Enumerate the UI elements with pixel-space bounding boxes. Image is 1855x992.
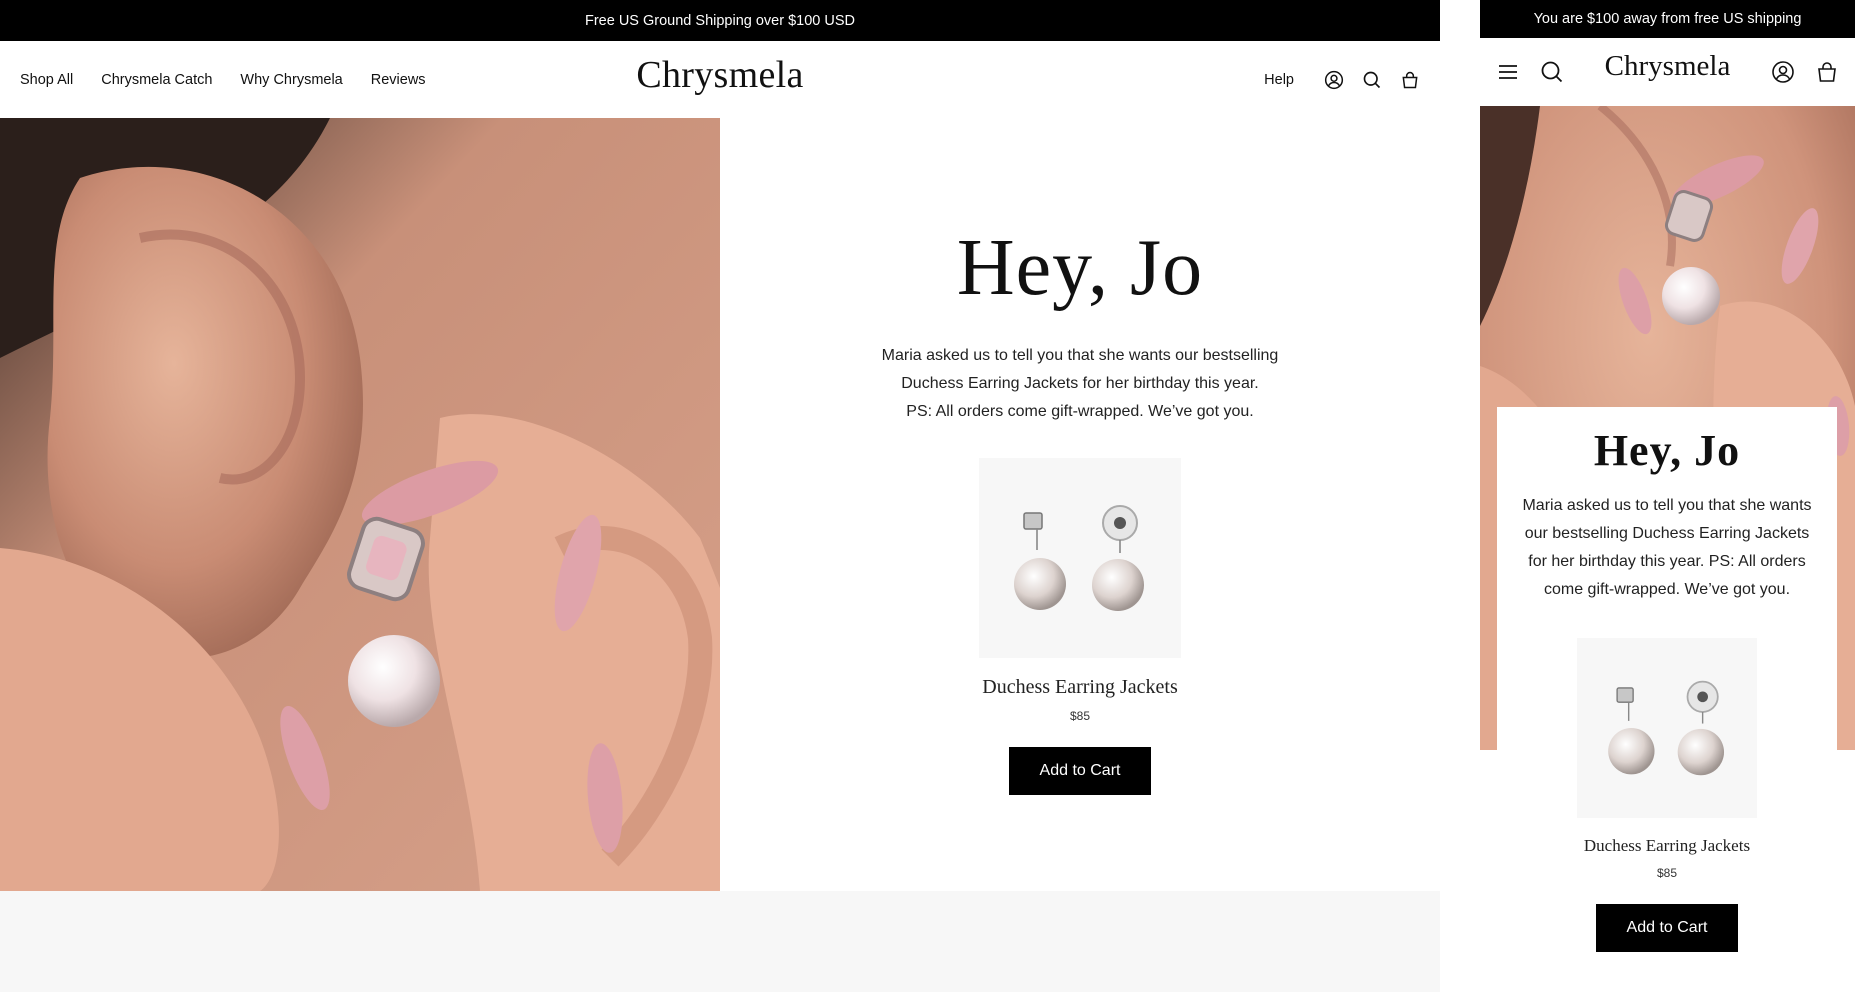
- hamburger-menu-icon[interactable]: [1496, 60, 1520, 84]
- hero-section: Hey, Jo Maria asked us to tell you that …: [0, 118, 1440, 891]
- account-icon[interactable]: [1771, 60, 1795, 84]
- add-to-cart-button[interactable]: Add to Cart: [1009, 747, 1151, 795]
- gift-message-line: Duchess Earring Jackets for her birthday…: [901, 375, 1259, 392]
- nav-why-chrysmela[interactable]: Why Chrysmela: [240, 72, 342, 88]
- mobile-product-name[interactable]: Duchess Earring Jackets: [1584, 836, 1750, 856]
- hero-content: Hey, Jo Maria asked us to tell you that …: [720, 118, 1440, 891]
- gift-message-line: Maria asked us to tell you that she want…: [881, 347, 1279, 364]
- product-image[interactable]: [979, 458, 1181, 658]
- nav-chrysmela-catch[interactable]: Chrysmela Catch: [101, 72, 212, 88]
- nav-reviews[interactable]: Reviews: [371, 72, 426, 88]
- greeting-heading: Hey, Jo: [956, 224, 1204, 312]
- gift-message-line: PS: All orders come gift-wrapped. We’ve …: [906, 403, 1254, 420]
- product-name[interactable]: Duchess Earring Jackets: [982, 676, 1178, 699]
- bag-icon[interactable]: [1400, 70, 1420, 90]
- mobile-site-logo[interactable]: Chrysmela: [1605, 50, 1731, 83]
- header-actions: Help: [1264, 70, 1420, 90]
- search-icon[interactable]: [1540, 60, 1564, 84]
- site-logo[interactable]: Chrysmela: [636, 53, 803, 97]
- mobile-hero-card: Hey, Jo Maria asked us to tell you that …: [1497, 407, 1837, 992]
- site-header: Shop All Chrysmela Catch Why Chrysmela R…: [0, 41, 1440, 118]
- hero-earring-photo: [0, 118, 720, 891]
- mobile-header-left: [1496, 60, 1564, 84]
- mobile-greeting-heading: Hey, Jo: [1593, 426, 1741, 475]
- mobile-header: Chrysmela: [1480, 38, 1855, 106]
- account-icon[interactable]: [1324, 70, 1344, 90]
- search-icon[interactable]: [1362, 70, 1382, 90]
- mobile-product-image[interactable]: [1577, 638, 1757, 818]
- nav-shop-all[interactable]: Shop All: [20, 72, 73, 88]
- help-link[interactable]: Help: [1264, 72, 1294, 88]
- announcement-text: Free US Ground Shipping over $100 USD: [584, 12, 855, 29]
- desktop-view: Free US Ground Shipping over $100 USD Sh…: [0, 0, 1440, 992]
- mobile-gift-message: Maria asked us to tell you that she want…: [1522, 497, 1812, 598]
- mobile-announcement-text: You are $100 away from free US shipping: [1533, 11, 1802, 27]
- mobile-header-right: [1771, 60, 1839, 84]
- gift-message: Maria asked us to tell you that she want…: [882, 342, 1279, 426]
- mobile-product-price: $85: [1656, 866, 1678, 880]
- announcement-bar: Free US Ground Shipping over $100 USD: [0, 0, 1440, 41]
- mobile-announcement-bar: You are $100 away from free US shipping: [1480, 0, 1855, 38]
- mobile-view: You are $100 away from free US shipping …: [1480, 0, 1855, 992]
- bag-icon[interactable]: [1815, 60, 1839, 84]
- mobile-add-to-cart-button[interactable]: Add to Cart: [1596, 904, 1738, 952]
- product-price: $85: [1069, 709, 1091, 723]
- main-nav: Shop All Chrysmela Catch Why Chrysmela R…: [20, 72, 426, 88]
